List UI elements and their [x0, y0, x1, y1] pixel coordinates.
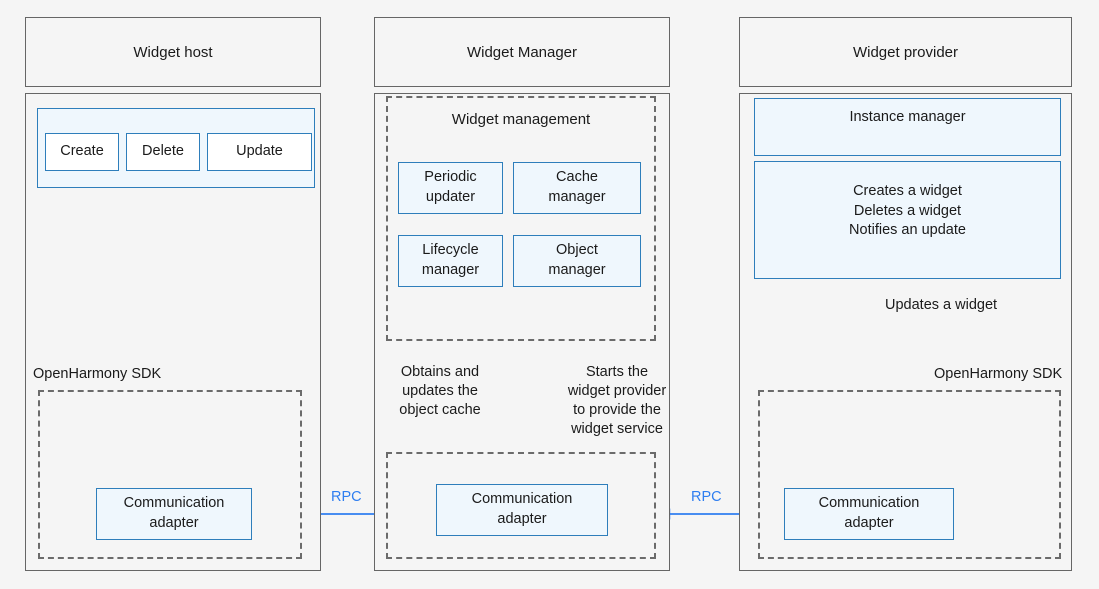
host-action-delete-label: Delete	[142, 143, 184, 160]
panel-header-widget-provider: Widget provider	[739, 17, 1072, 87]
host-action-update[interactable]: Update	[207, 133, 312, 171]
label-starts-widget-provider: Starts the widget provider to provide th…	[567, 364, 667, 438]
provider-instance-manager[interactable]: Instance manager	[754, 98, 1061, 156]
host-action-delete[interactable]: Delete	[126, 133, 200, 171]
panel-header-widget-manager: Widget Manager	[374, 17, 670, 87]
module-cache-manager[interactable]: Cache manager	[513, 162, 641, 214]
module-periodic-updater-label: Periodic updater	[424, 169, 477, 205]
module-object-manager-label: Object manager	[548, 242, 606, 278]
widget-management-dashed-region: Widget management	[386, 96, 656, 341]
module-periodic-updater[interactable]: Periodic updater	[398, 162, 503, 214]
provider-communication-adapter-label: Communication adapter	[818, 495, 920, 531]
widget-provider-title: Widget provider	[852, 43, 959, 61]
widget-manager-title: Widget Manager	[466, 43, 578, 61]
manager-communication-adapter-label: Communication adapter	[471, 491, 573, 527]
widget-management-title: Widget management	[451, 111, 591, 128]
panel-header-widget-host: Widget host	[25, 17, 321, 87]
label-obtains-object-cache: Obtains and updates the object cache	[399, 364, 481, 419]
provider-operations-label: Creates a widget Deletes a widget Notifi…	[849, 183, 966, 239]
provider-openharmony-sdk-label: OpenHarmony SDK	[934, 366, 1063, 382]
provider-instance-manager-label: Instance manager	[849, 109, 966, 125]
host-communication-adapter-label: Communication adapter	[123, 495, 225, 531]
rpc-label-manager-provider: RPC	[691, 489, 722, 505]
module-cache-manager-label: Cache manager	[548, 169, 606, 205]
manager-communication-adapter[interactable]: Communication adapter	[436, 484, 608, 536]
host-action-create[interactable]: Create	[45, 133, 119, 171]
module-lifecycle-manager-label: Lifecycle manager	[421, 242, 480, 278]
label-updates-a-widget: Updates a widget	[885, 297, 998, 313]
rpc-label-host-manager: RPC	[331, 489, 362, 505]
module-lifecycle-manager[interactable]: Lifecycle manager	[398, 235, 503, 287]
host-action-create-label: Create	[60, 143, 104, 160]
host-communication-adapter[interactable]: Communication adapter	[96, 488, 252, 540]
provider-communication-adapter[interactable]: Communication adapter	[784, 488, 954, 540]
widget-architecture-diagram: Widget host Create Delete Update OpenHar…	[0, 0, 1099, 589]
widget-host-title: Widget host	[133, 43, 213, 61]
module-object-manager[interactable]: Object manager	[513, 235, 641, 287]
host-openharmony-sdk-label: OpenHarmony SDK	[33, 366, 162, 382]
host-action-update-label: Update	[236, 143, 283, 160]
provider-operations-box[interactable]: Creates a widget Deletes a widget Notifi…	[754, 161, 1061, 279]
